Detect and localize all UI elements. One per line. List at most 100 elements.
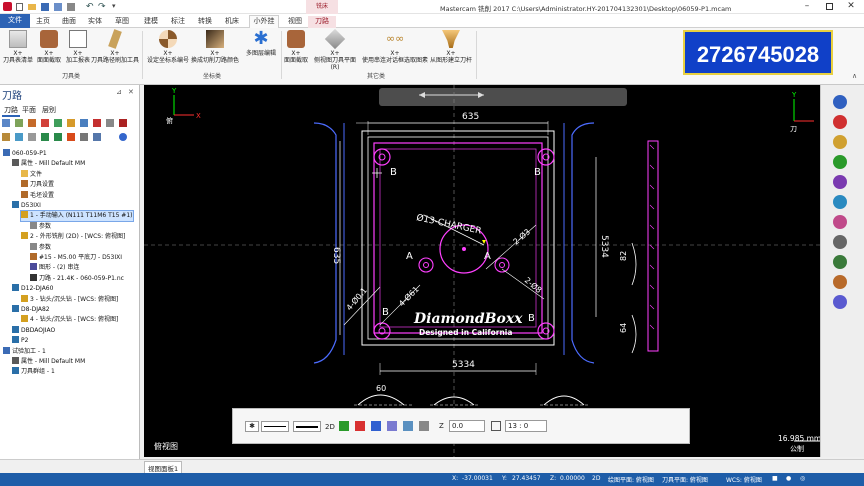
subtab-levels[interactable]: 层别	[42, 105, 56, 115]
tree-item[interactable]: 属性 - Mill Default MM	[12, 159, 85, 169]
tree-item[interactable]: 图形 - (2) 串连	[30, 263, 79, 273]
z-value-input[interactable]: 0.0	[449, 420, 485, 432]
tab-toolpath[interactable]: 刀路	[308, 16, 336, 28]
tp-select-all-icon[interactable]	[2, 119, 10, 127]
tree-item[interactable]: 4 - 钻头/沉头钻 - [WCS: 俯视图]	[21, 315, 118, 325]
tp-move-down-icon[interactable]	[41, 133, 49, 141]
build-holder-button[interactable]: X+ 从图形建立刀杆	[428, 30, 474, 64]
tree-item[interactable]: 刀路 - 21.4K - 060-059-P1.nc	[30, 273, 124, 284]
line-width-dropdown[interactable]	[293, 421, 321, 432]
construction-plane[interactable]: 绘图平面: 俯视图	[608, 475, 654, 484]
tp-single-display-icon[interactable]	[93, 133, 101, 141]
tab-model[interactable]: 建模	[139, 16, 163, 28]
tp-move-up-icon[interactable]	[54, 133, 62, 141]
status-sphere-icon[interactable]: ●	[786, 475, 791, 482]
subtab-toolpaths[interactable]: 刀路	[2, 105, 20, 117]
tp-post-icon[interactable]	[93, 119, 101, 127]
tree-item[interactable]: 3 - 钻头/沉头钻 - [WCS: 俯视图]	[21, 294, 118, 305]
color-fill-icon[interactable]	[339, 421, 349, 431]
tree-item[interactable]: 刀具设置	[21, 180, 54, 190]
layer-value-dropdown[interactable]: 13 : 0	[505, 420, 547, 432]
point-style-dropdown[interactable]: ✱	[245, 421, 259, 432]
machining-report-button[interactable]: X+ 加工报表	[64, 30, 92, 64]
redo-icon[interactable]: ↷	[98, 2, 106, 12]
tab-sketch[interactable]: 草图	[110, 16, 134, 28]
quick-mask-button[interactable]	[833, 275, 847, 289]
face-capture-button-2[interactable]: X+ 面面截取	[282, 30, 310, 64]
panel-pin-icon[interactable]: ⊿	[116, 88, 122, 96]
multi-layer-edit-button[interactable]: ✱ 多图层编辑	[242, 30, 280, 58]
tp-high-feed-icon[interactable]	[106, 119, 114, 127]
tab-home[interactable]: 主页	[31, 16, 55, 28]
tp-help-icon[interactable]	[119, 133, 127, 141]
tab-machine[interactable]: 机床	[220, 16, 244, 28]
tree-item[interactable]: 属性 - Mill Default MM	[12, 357, 85, 367]
face-capture-button-1[interactable]: X+ 面面截取	[34, 30, 64, 64]
quick-mask-button[interactable]	[833, 215, 847, 229]
tab-plugin[interactable]: 小外挂	[249, 15, 279, 28]
tree-item[interactable]: 毛坯设置	[21, 190, 54, 201]
save-as-icon[interactable]	[54, 3, 62, 11]
new-file-icon[interactable]	[16, 3, 23, 11]
status-mode[interactable]: 2D	[592, 475, 600, 482]
tp-toggle-display-icon[interactable]	[15, 133, 23, 141]
quick-mask-button[interactable]	[833, 115, 847, 129]
tree-item[interactable]: 文件	[21, 169, 42, 180]
quick-mask-button[interactable]	[833, 195, 847, 209]
tree-item[interactable]: 060-059-P1	[3, 149, 47, 159]
quick-mask-button[interactable]	[833, 155, 847, 169]
tree-item[interactable]: #15 - M5.00 平底刀 - D53IXI	[30, 253, 122, 263]
mode-2d-label[interactable]: 2D	[325, 423, 335, 431]
line-color-icon[interactable]	[355, 421, 365, 431]
chain-select-button[interactable]: ∞∞ X+ 使用串连对话框选取图素	[360, 30, 430, 64]
tp-delete-icon[interactable]	[119, 119, 127, 127]
tree-item[interactable]: 1 - 手动输入 (N111 T11M6 T15 #1)	[20, 210, 134, 223]
layer-icon[interactable]	[387, 421, 397, 431]
quick-mask-button[interactable]	[833, 135, 847, 149]
tree-item[interactable]: 试验加工 - 1	[3, 346, 46, 357]
status-target-icon[interactable]: ◎	[800, 475, 805, 482]
status-cube-icon[interactable]: ■	[772, 475, 778, 482]
tp-regen-icon[interactable]	[28, 119, 36, 127]
layer-grid-icon[interactable]	[491, 421, 501, 431]
minimize-button[interactable]: –	[798, 1, 816, 13]
graphics-viewport[interactable]: 635 635 5334 5334 B B B B Ø13-CHARGER A …	[144, 85, 820, 457]
open-file-icon[interactable]	[28, 4, 36, 10]
side-view-tool-plane-button[interactable]: X+ 侧视图刀具平面(R)	[310, 28, 360, 71]
quick-mask-button[interactable]	[833, 95, 847, 109]
wcs-plane[interactable]: WCS: 俯视图	[726, 475, 762, 484]
tp-simulate-icon[interactable]	[80, 119, 88, 127]
attr-icon-1[interactable]	[419, 421, 429, 431]
quick-mask-button[interactable]	[833, 295, 847, 309]
maximize-button[interactable]	[820, 1, 838, 13]
quick-mask-button[interactable]	[833, 255, 847, 269]
tree-item[interactable]: DBDAOJIAO	[12, 325, 55, 336]
tp-lock-icon[interactable]	[2, 133, 10, 141]
tp-verify-icon[interactable]	[67, 119, 75, 127]
tree-item[interactable]: 刀具群组 - 1	[12, 367, 55, 377]
tp-scroll-icon[interactable]	[80, 133, 88, 141]
undo-icon[interactable]: ↶	[86, 2, 94, 12]
z-depth-icon[interactable]	[403, 421, 413, 431]
tree-item[interactable]: 参数	[30, 221, 51, 232]
tp-regen-dirty-icon[interactable]	[41, 119, 49, 127]
line-style-dropdown[interactable]	[261, 421, 289, 432]
tab-file[interactable]: 文件	[0, 14, 30, 28]
tp-toggle-post-icon[interactable]	[28, 133, 36, 141]
qat-dropdown-icon[interactable]: ▾	[112, 2, 116, 10]
print-icon[interactable]	[67, 3, 75, 11]
toolpath-color-button[interactable]: X+ 换成切削刀路颜色	[190, 30, 240, 64]
surface-color-icon[interactable]	[371, 421, 381, 431]
tp-backplot-icon[interactable]	[54, 119, 62, 127]
subtab-planes[interactable]: 平面	[22, 105, 36, 115]
tree-item[interactable]: P2	[12, 336, 28, 346]
tab-transform[interactable]: 转换	[193, 16, 217, 28]
close-button[interactable]: ✕	[842, 1, 860, 13]
tree-item[interactable]: 2 - 外形铣削 (2D) - [WCS: 俯视图]	[21, 232, 125, 242]
tree-item[interactable]: D12-DJA60	[12, 284, 53, 294]
set-wcs-number-button[interactable]: X+ 设定坐标系编号	[144, 30, 192, 64]
tree-item[interactable]: 参数	[30, 242, 51, 253]
toolpath-brush-button[interactable]: X+ 刀具路径刷加工具	[90, 29, 140, 64]
tree-item[interactable]: D8-DJA82	[12, 305, 50, 315]
tp-insert-arrow-icon[interactable]	[67, 133, 75, 141]
